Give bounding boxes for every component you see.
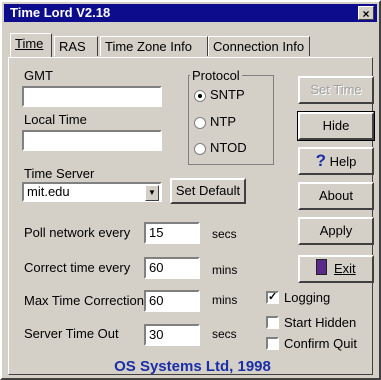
confirm-quit-label[interactable]: Confirm Quit [284, 336, 357, 351]
title-bar[interactable]: Time Lord V2.18 × [4, 4, 377, 22]
poll-network-label: Poll network every [24, 225, 131, 240]
help-label: Help [329, 154, 357, 169]
help-button[interactable]: ? Help [298, 147, 374, 175]
server-timeout-label: Server Time Out [24, 326, 119, 341]
exit-label: Exit [333, 261, 356, 276]
sntp-radio[interactable] [194, 90, 206, 102]
window-title: Time Lord V2.18 [10, 5, 111, 20]
set-default-button[interactable]: Set Default [170, 178, 246, 204]
max-correction-field[interactable]: 60 [144, 290, 200, 312]
start-hidden-checkbox[interactable] [266, 316, 279, 329]
set-time-button[interactable]: Set Time [298, 76, 374, 104]
ntod-radio[interactable] [194, 143, 206, 155]
logging-label[interactable]: Logging [284, 290, 330, 305]
hide-button[interactable]: Hide [297, 111, 375, 141]
tab-ras[interactable]: RAS [54, 36, 98, 56]
logging-checkbox[interactable]: ✓ [266, 291, 279, 304]
poll-network-field[interactable]: 15 [144, 222, 200, 244]
copyright-footer: OS Systems Ltd, 1998 [114, 358, 271, 375]
question-mark-icon: ? [315, 151, 326, 170]
time-lord-window: Time Lord V2.18 × Time RAS Time Zone Inf… [0, 0, 381, 380]
tab-time[interactable]: Time [10, 33, 52, 57]
close-button[interactable]: × [358, 6, 374, 21]
time-server-label: Time Server [24, 166, 95, 181]
door-exit-icon [316, 259, 328, 275]
chevron-down-icon[interactable]: ▼ [145, 185, 159, 201]
time-server-value: mit.edu [27, 184, 70, 199]
apply-button[interactable]: Apply [298, 217, 374, 245]
correct-time-unit: mins [212, 263, 238, 277]
exit-button[interactable]: Exit [298, 255, 374, 283]
ntp-label[interactable]: NTP [210, 114, 236, 129]
gmt-label: GMT [24, 68, 53, 83]
about-button[interactable]: About [298, 182, 374, 210]
protocol-title: Protocol [190, 68, 242, 83]
max-correction-unit: mins [212, 293, 238, 307]
correct-time-label: Correct time every [24, 260, 131, 275]
confirm-quit-checkbox[interactable] [266, 337, 279, 350]
ntod-label[interactable]: NTOD [210, 140, 247, 155]
ntp-radio[interactable] [194, 117, 206, 129]
gmt-field[interactable] [22, 86, 162, 107]
server-timeout-unit: secs [212, 327, 237, 341]
tab-time-zone-info[interactable]: Time Zone Info [100, 36, 208, 56]
local-time-field[interactable] [22, 130, 162, 151]
poll-network-unit: secs [212, 227, 237, 241]
sntp-label[interactable]: SNTP [210, 87, 245, 102]
time-server-select[interactable]: mit.edu ▼ [22, 182, 162, 202]
correct-time-field[interactable]: 60 [144, 257, 200, 279]
local-time-label: Local Time [24, 112, 87, 127]
start-hidden-label[interactable]: Start Hidden [284, 315, 356, 330]
server-timeout-field[interactable]: 30 [144, 324, 200, 346]
tab-connection-info[interactable]: Connection Info [208, 36, 310, 56]
max-correction-label: Max Time Correction [24, 293, 144, 308]
